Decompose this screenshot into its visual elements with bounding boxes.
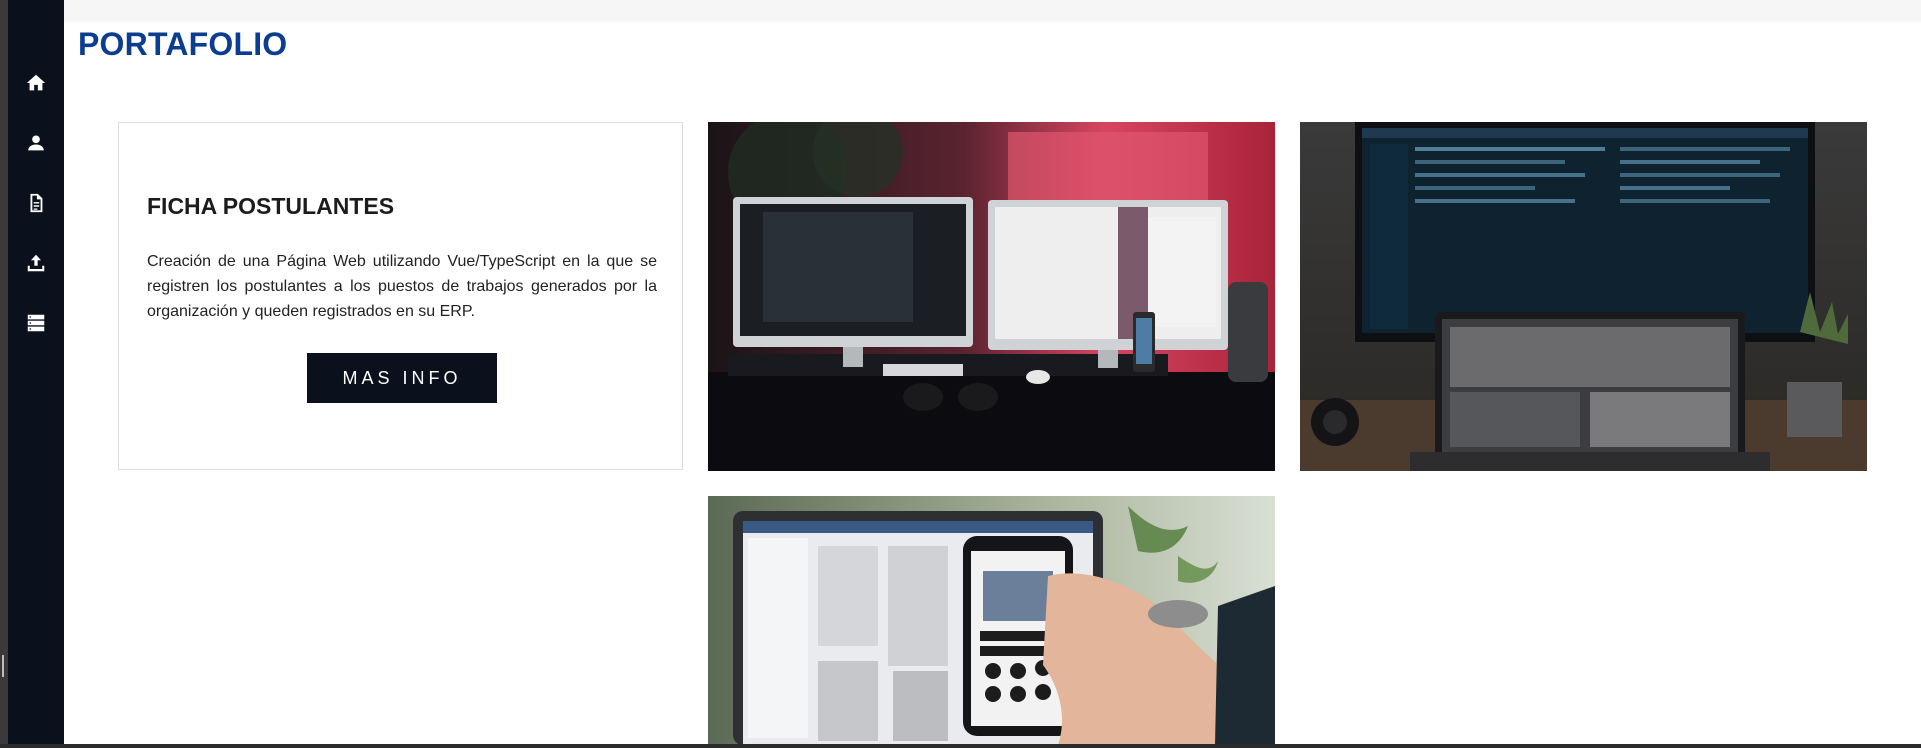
server-icon (27, 314, 45, 332)
sidebar-item-home[interactable] (8, 63, 64, 103)
top-strip (64, 0, 1921, 22)
sidebar-item-profile[interactable] (8, 123, 64, 163)
sidebar (8, 0, 64, 744)
user-icon (28, 135, 44, 151)
portfolio-image-code-monitor[interactable] (1300, 122, 1867, 471)
resize-grip[interactable] (2, 655, 4, 677)
sidebar-item-document[interactable] (8, 183, 64, 223)
portfolio-image-dual-monitors[interactable] (708, 122, 1275, 471)
sidebar-item-upload[interactable] (8, 243, 64, 283)
card-description: Creación de una Página Web utilizando Vu… (147, 253, 657, 320)
portfolio-card: FICHA POSTULANTES Creación de una Página… (118, 122, 683, 470)
page-title: PORTAFOLIO (78, 26, 288, 62)
upload-icon (27, 254, 45, 272)
document-icon (30, 193, 43, 213)
more-info-button[interactable]: MAS INFO (307, 353, 497, 403)
window-edge (0, 0, 8, 748)
home-icon (26, 74, 46, 91)
card-title: FICHA POSTULANTES (147, 193, 395, 219)
portfolio-image-mobile-app[interactable] (708, 496, 1275, 745)
bottom-bar (0, 744, 1921, 748)
sidebar-item-storage[interactable] (8, 303, 64, 343)
